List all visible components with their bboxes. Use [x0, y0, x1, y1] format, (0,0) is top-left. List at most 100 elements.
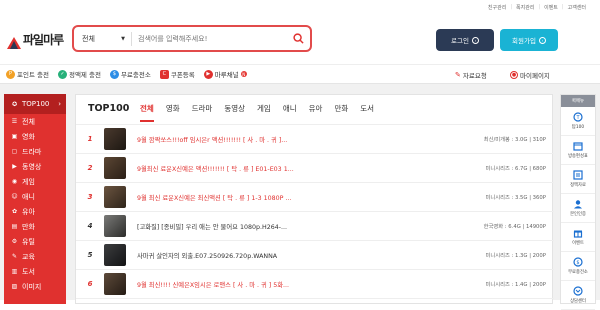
- quick-nav-free-charge[interactable]: $ 무료충전소: [561, 252, 595, 281]
- link-friends[interactable]: 친구관리: [488, 4, 506, 11]
- sidebar-item-utility[interactable]: ⚙ 유틸: [4, 234, 66, 249]
- sidebar-item-anime[interactable]: ☺ 애니: [4, 189, 66, 204]
- search-button[interactable]: [286, 28, 310, 50]
- quick-nav-schedule[interactable]: 방송편성표: [561, 136, 595, 165]
- content-area: ✪ TOP100 › ☰ 전체 ▣ 영화 ▢ 드라마 ▶ 동영상 ◉ 게임 ☺ 애니 ✿ 유아…: [0, 84, 600, 310]
- sidebar-item-label: 이미지: [22, 282, 42, 291]
- chevron-down-icon: ▼: [121, 35, 125, 42]
- quick-nav-verify[interactable]: 본인인증: [561, 194, 595, 223]
- tab-all[interactable]: 전체: [140, 103, 154, 122]
- sidebar-item-label: 유아: [22, 207, 35, 216]
- tab-video[interactable]: 동영상: [224, 103, 245, 122]
- list-item[interactable]: 3 9월 최신 료운X신예은 최신액션 [ 탁 . 류 ] 1-3 1080P …: [76, 183, 554, 212]
- channel-icon: ▶: [203, 69, 213, 79]
- quick-side-nav: 퀵메뉴 T 탑100 방송편성표 정액자료 본인인증 이벤트 $ 무료충전소 상…: [560, 94, 596, 310]
- quick-nav-label: 상담센터: [570, 299, 586, 304]
- join-label: 회원가입: [512, 37, 536, 45]
- schedule-icon: [573, 141, 583, 151]
- sidebar-item-label: 드라마: [22, 147, 42, 156]
- item-title[interactable]: 9월최신 료운X신예은 액션!!!!!!! [ 탁 . 류 ] E01-E03 …: [137, 164, 294, 173]
- tab-comic[interactable]: 만화: [334, 103, 348, 122]
- item-meta: 미니시리즈 : 1.4G | 200P: [485, 282, 546, 288]
- verify-icon: [573, 199, 583, 209]
- sidebar-item-kids[interactable]: ✿ 유아: [4, 204, 66, 219]
- quick-channel[interactable]: ▶ 마루채널 N: [203, 69, 247, 79]
- request-icon: ✎: [455, 71, 461, 79]
- quick-label: 정액제 충전: [68, 71, 101, 79]
- top-utility-bar: 친구관리 | 폭지관리 | 이벤트 | 고객센터: [0, 0, 600, 14]
- quick-menu-bar: P 포인트 충전 ✓ 정액제 충전 $ 무료충전소 C 쿠폰등록 ▶ 마루채널 …: [0, 64, 600, 84]
- education-icon: ✎: [11, 253, 18, 260]
- search-input[interactable]: [132, 34, 286, 43]
- quick-nav-top100[interactable]: T 탑100: [561, 107, 595, 136]
- item-title[interactable]: 사마귀 살인자의 외출.E07.250926.720p.WANNA: [137, 251, 277, 260]
- user-icon: ●: [510, 71, 518, 79]
- mypage-link[interactable]: ● 마이페이지: [510, 65, 550, 85]
- item-title[interactable]: 9월 최신!!!! 신예은X임시은 로맨스 [ 사 . 마 . 귀 ] 5화..…: [137, 280, 289, 289]
- sidebar-item-education[interactable]: ✎ 교육: [4, 249, 66, 264]
- tab-kids[interactable]: 유아: [309, 103, 323, 122]
- sidebar-item-movie[interactable]: ▣ 영화: [4, 129, 66, 144]
- sidebar-item-game[interactable]: ◉ 게임: [4, 174, 66, 189]
- list-icon: ☰: [11, 118, 18, 125]
- sidebar-item-image[interactable]: ▨ 이미지: [4, 279, 66, 294]
- sidebar-item-comic[interactable]: ▤ 만화: [4, 219, 66, 234]
- link-event[interactable]: 이벤트: [544, 4, 558, 11]
- sidebar-item-top100[interactable]: ✪ TOP100 ›: [4, 94, 66, 114]
- header: 파일마루 전체 ▼ 로그인 › 회원가입 ›: [0, 14, 600, 64]
- search-category-select[interactable]: 전체 ▼: [74, 31, 132, 46]
- item-meta: 한국영화 : 6.4G | 14900P: [483, 224, 546, 230]
- list-item[interactable]: 5 사마귀 살인자의 외출.E07.250926.720p.WANNA 미니시리…: [76, 241, 554, 270]
- flatrate-data-icon: [573, 170, 583, 180]
- request-link[interactable]: ✎ 자료요청: [455, 65, 487, 85]
- thumbnail: [104, 157, 126, 179]
- tab-anime[interactable]: 애니: [283, 103, 297, 122]
- list-item[interactable]: 6 9월 최신!!!! 신예은X임시은 로맨스 [ 사 . 마 . 귀 ] 5화…: [76, 270, 554, 299]
- link-customer-center[interactable]: 고객센터: [568, 4, 586, 11]
- quick-label: 무료충전소: [120, 71, 151, 79]
- sidebar-item-label: TOP100: [22, 100, 50, 108]
- coupon-icon: C: [159, 69, 169, 79]
- sidebar-item-label: 유틸: [22, 237, 35, 246]
- join-button[interactable]: 회원가입 ›: [500, 29, 558, 51]
- tab-movie[interactable]: 영화: [166, 103, 180, 122]
- drama-icon: ▢: [11, 148, 18, 155]
- quick-nav-flatrate[interactable]: 정액자료: [561, 165, 595, 194]
- list-item[interactable]: 2 9월최신 료운X신예은 액션!!!!!!! [ 탁 . 류 ] E01-E0…: [76, 154, 554, 183]
- sidebar-item-label: 교육: [22, 252, 35, 261]
- comic-icon: ▤: [11, 223, 18, 230]
- category-sidebar: ✪ TOP100 › ☰ 전체 ▣ 영화 ▢ 드라마 ▶ 동영상 ◉ 게임 ☺ 애니 ✿ 유아…: [4, 94, 66, 304]
- list-item[interactable]: 1 9월 깜짝쏘스!!!off 임시은r 액션!!!!!!! [ 사 . 마 .…: [76, 125, 554, 154]
- item-title[interactable]: 9월 깜짝쏘스!!!off 임시은r 액션!!!!!!! [ 사 . 마 . 귀…: [137, 135, 287, 144]
- divider: |: [538, 4, 541, 10]
- quick-coupon[interactable]: C 쿠폰등록: [159, 69, 195, 79]
- sidebar-item-video[interactable]: ▶ 동영상: [4, 159, 66, 174]
- site-logo[interactable]: 파일마루: [7, 31, 64, 49]
- item-title[interactable]: [고화질] [종비밀] 우리 애는 안 물어요 1080p.H264-...: [137, 222, 287, 231]
- sidebar-item-book[interactable]: ▥ 도서: [4, 264, 66, 279]
- login-button[interactable]: 로그인 ›: [436, 29, 494, 51]
- thumbnail: [104, 273, 126, 295]
- sidebar-item-label: 영화: [22, 132, 35, 141]
- link-mail[interactable]: 폭지관리: [516, 4, 534, 11]
- item-title[interactable]: 9월 최신 료운X신예은 최신액션 [ 탁 . 류 ] 1-3 1080P ..…: [137, 193, 291, 202]
- quick-nav-event[interactable]: 이벤트: [561, 223, 595, 252]
- tab-book[interactable]: 도서: [360, 103, 374, 122]
- sidebar-item-label: 도서: [22, 267, 35, 276]
- quick-flatrate-charge[interactable]: ✓ 정액제 충전: [57, 69, 101, 79]
- sidebar-item-all[interactable]: ☰ 전체: [4, 114, 66, 129]
- quick-nav-label: 무료충전소: [568, 270, 588, 275]
- sidebar-item-drama[interactable]: ▢ 드라마: [4, 144, 66, 159]
- sidebar-item-label: 애니: [22, 192, 35, 201]
- list-item[interactable]: 4 [고화질] [종비밀] 우리 애는 안 물어요 1080p.H264-...…: [76, 212, 554, 241]
- quick-nav-label: 정액자료: [570, 183, 586, 188]
- utility-icon: ⚙: [11, 238, 18, 245]
- quick-point-charge[interactable]: P 포인트 충전: [6, 69, 49, 79]
- tab-drama[interactable]: 드라마: [192, 103, 213, 122]
- quick-nav-support[interactable]: 상담센터: [561, 281, 595, 310]
- divider: |: [561, 4, 564, 10]
- quick-free-charge[interactable]: $ 무료충전소: [109, 69, 151, 79]
- tab-game[interactable]: 게임: [257, 103, 271, 122]
- search-icon: [292, 29, 304, 48]
- item-meta: 최신/미개봉 : 3.0G | 310P: [483, 137, 546, 143]
